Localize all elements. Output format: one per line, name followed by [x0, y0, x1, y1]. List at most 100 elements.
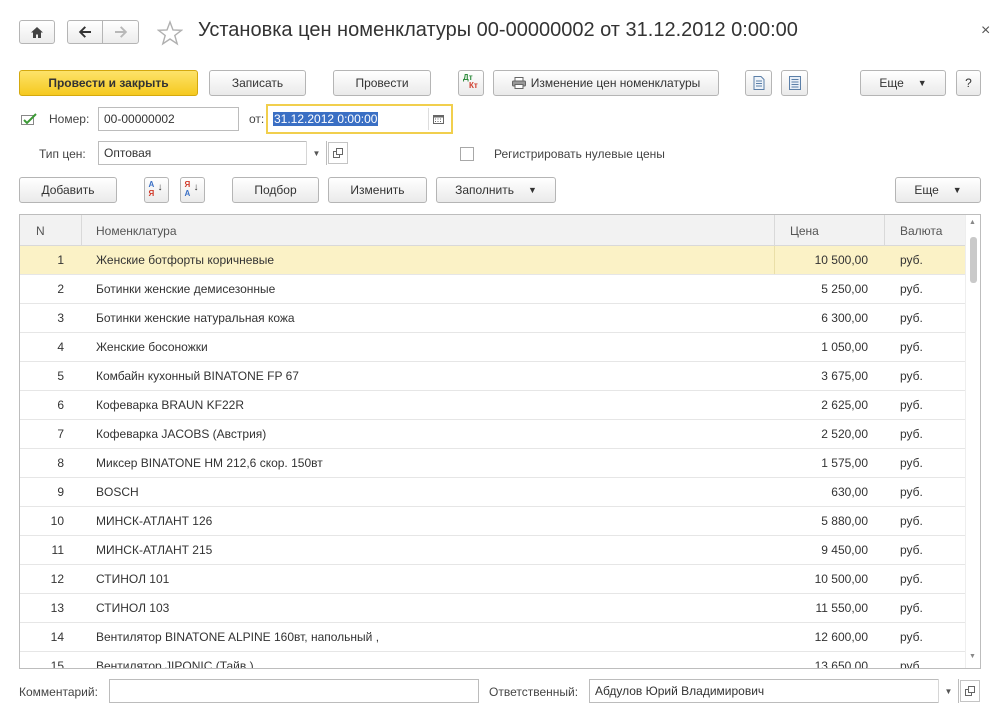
list-icon [788, 76, 801, 90]
calendar-button[interactable] [428, 108, 448, 130]
chevron-down-icon: ▼ [952, 185, 962, 195]
table-row[interactable]: 14 Вентилятор BINATONE ALPINE 160вт, напо… [20, 623, 965, 652]
responsible-open-button[interactable] [960, 680, 980, 702]
save-button[interactable]: Записать [209, 70, 306, 96]
row-price: 3 675,00 [821, 369, 868, 383]
table-row[interactable]: 5 Комбайн кухонный BINATONE FP 67 3 675,00… [20, 362, 965, 391]
sort-desc-icon: Я А ↓ [184, 180, 199, 198]
row-item-name: Женские босоножки [96, 340, 208, 354]
open-icon [965, 686, 975, 696]
sort-asc-button[interactable]: А Я ↓ [144, 177, 169, 203]
table-row[interactable]: 1 Женские ботфорты коричневые 10 500,00 руб… [20, 246, 965, 275]
row-number: 15 [50, 659, 64, 669]
row-number: 9 [57, 485, 64, 499]
row-price: 11 550,00 [815, 601, 869, 615]
list-button[interactable] [781, 70, 808, 96]
table-more-button[interactable]: Еще ▼ [895, 177, 981, 203]
row-item-name: СТИНОЛ 103 [96, 601, 170, 615]
column-header-currency[interactable]: Валюта [900, 215, 942, 246]
price-type-label: Тип цен: [39, 147, 86, 161]
post-and-close-button[interactable]: Провести и закрыть [19, 70, 198, 96]
row-currency: руб. [900, 282, 923, 296]
row-price: 13 650,00 [814, 659, 868, 669]
back-button[interactable] [67, 20, 103, 44]
table-row[interactable]: 3 Ботинки женские натуральная кожа 6 300,0… [20, 304, 965, 333]
chevron-down-icon: ▼ [528, 185, 537, 195]
responsible-dropdown-button[interactable]: ▼ [938, 679, 958, 703]
add-row-button[interactable]: Добавить [19, 177, 117, 203]
chevron-down-icon: ▼ [312, 148, 321, 158]
favorite-star-icon[interactable] [156, 20, 184, 46]
date-field[interactable]: 31.12.2012 0:00:00 [266, 104, 453, 134]
table-row[interactable]: 7 Кофеварка JACOBS (Австрия) 2 520,00 руб. [20, 420, 965, 449]
pick-button[interactable]: Подбор [232, 177, 319, 203]
row-currency: руб. [900, 659, 923, 669]
row-number: 1 [57, 253, 64, 267]
price-type-dropdown-button[interactable]: ▼ [306, 141, 326, 165]
document-button[interactable] [745, 70, 772, 96]
row-price: 9 450,00 [821, 543, 868, 557]
date-value: 31.12.2012 0:00:00 [273, 112, 379, 126]
home-button[interactable] [19, 20, 55, 44]
forward-arrow-icon [114, 26, 127, 38]
column-header-name[interactable]: Номенклатура [96, 215, 177, 246]
forward-button[interactable] [102, 20, 139, 44]
row-price: 10 500,00 [814, 572, 868, 586]
row-price: 2 520,00 [821, 427, 868, 441]
table-row[interactable]: 11 МИНСК-АТЛАНТ 215 9 450,00 руб. [20, 536, 965, 565]
price-change-print-button[interactable]: Изменение цен номенклатуры [493, 70, 719, 96]
row-currency: руб. [900, 456, 923, 470]
close-icon[interactable]: × [981, 22, 990, 40]
row-currency: руб. [900, 427, 923, 441]
table-row[interactable]: 13 СТИНОЛ 103 11 550,00 руб. [20, 594, 965, 623]
row-currency: руб. [900, 572, 923, 586]
sort-desc-button[interactable]: Я А ↓ [180, 177, 205, 203]
post-button[interactable]: Провести [333, 70, 431, 96]
column-header-price[interactable]: Цена [790, 215, 819, 246]
table-row[interactable]: 6 Кофеварка BRAUN KF22R 2 625,00 руб. [20, 391, 965, 420]
row-currency: руб. [900, 398, 923, 412]
responsible-field[interactable]: Абдулов Юрий Владимирович [589, 679, 959, 703]
number-label: Номер: [49, 112, 90, 126]
scroll-up-icon[interactable]: ▲ [969, 219, 976, 226]
scroll-down-icon[interactable]: ▼ [969, 653, 976, 660]
fill-button[interactable]: Заполнить ▼ [436, 177, 556, 203]
table-body: 1 Женские ботфорты коричневые 10 500,00 руб… [20, 246, 965, 669]
row-number: 10 [50, 514, 64, 528]
row-number: 5 [57, 369, 64, 383]
table-row[interactable]: 10 МИНСК-АТЛАНТ 126 5 880,00 руб. [20, 507, 965, 536]
table-row[interactable]: 8 Миксер BINATONE HM 212,6 скор. 150вт 1 5… [20, 449, 965, 478]
dt-kt-button[interactable]: Дт Кт [458, 70, 484, 96]
table-row[interactable]: 4 Женские босоножки 1 050,00 руб. [20, 333, 965, 362]
number-field[interactable]: 00-00000002 [98, 107, 239, 131]
row-currency: руб. [900, 311, 923, 325]
price-type-field[interactable]: Оптовая [98, 141, 327, 165]
sort-asc-icon: А Я ↓ [148, 180, 163, 198]
column-header-n[interactable]: N [36, 215, 45, 246]
register-zero-prices-checkbox[interactable] [460, 147, 474, 161]
price-type-open-button[interactable] [328, 142, 348, 164]
table-row[interactable]: 2 Ботинки женские демисезонные 5 250,00 руб… [20, 275, 965, 304]
table-row[interactable]: 15 Вентилятор JIPONIC (Тайв.) 13 650,00 руб… [20, 652, 965, 669]
row-item-name: BOSCH [96, 485, 139, 499]
prices-table[interactable]: N Номенклатура Цена Валюта 1 Женские ботф… [19, 214, 981, 669]
document-icon [753, 76, 764, 90]
row-item-name: СТИНОЛ 101 [96, 572, 170, 586]
row-number: 4 [57, 340, 64, 354]
row-price: 630,00 [831, 485, 868, 499]
more-menu-button[interactable]: Еще ▼ [860, 70, 946, 96]
table-row[interactable]: 12 СТИНОЛ 101 10 500,00 руб. [20, 565, 965, 594]
row-item-name: Ботинки женские демисезонные [96, 282, 276, 296]
row-currency: руб. [900, 630, 923, 644]
table-row[interactable]: 9 BOSCH 630,00 руб. [20, 478, 965, 507]
row-item-name: Кофеварка JACOBS (Австрия) [96, 427, 267, 441]
comment-label: Комментарий: [19, 685, 98, 699]
table-scrollbar[interactable]: ▲ ▼ [965, 215, 980, 668]
scrollbar-thumb[interactable] [970, 237, 977, 283]
row-item-name: Кофеварка BRAUN KF22R [96, 398, 245, 412]
comment-field[interactable] [109, 679, 479, 703]
row-number: 11 [51, 543, 64, 557]
edit-button[interactable]: Изменить [328, 177, 427, 203]
help-button[interactable]: ? [956, 70, 981, 96]
row-number: 6 [57, 398, 64, 412]
